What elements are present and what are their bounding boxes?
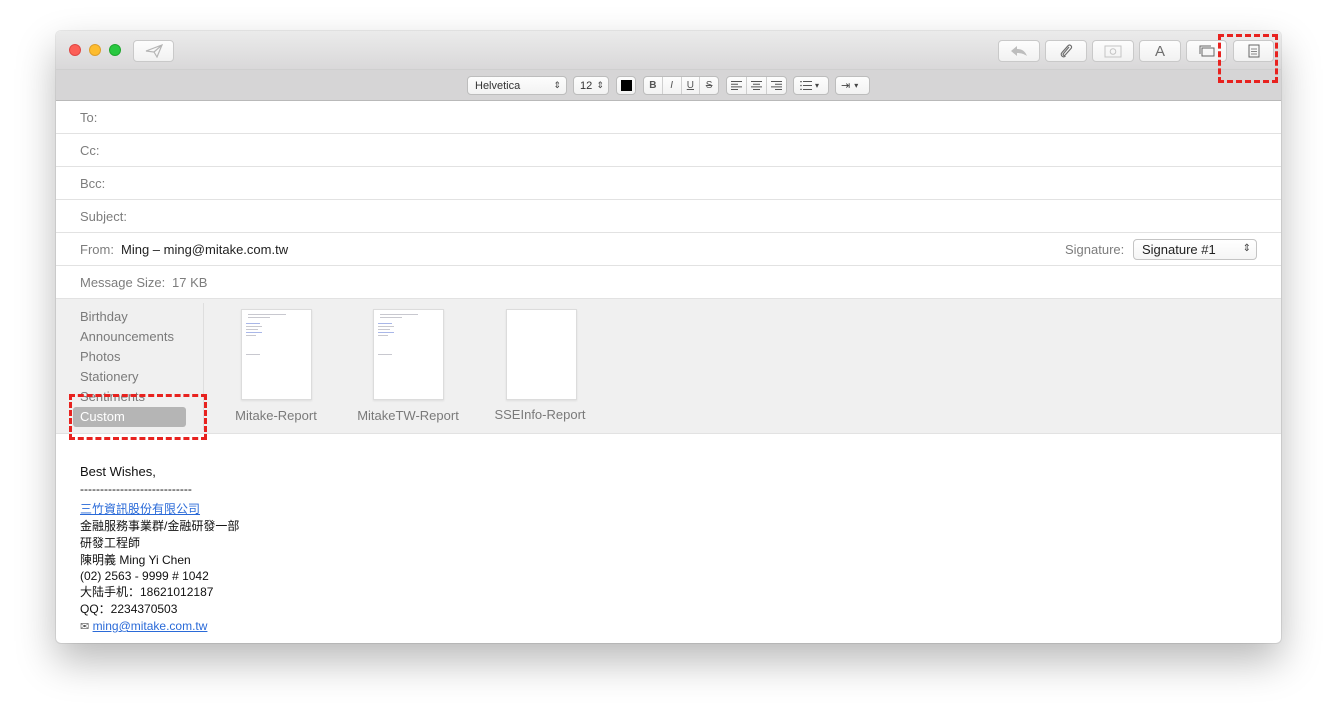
category-announcements[interactable]: Announcements (73, 327, 186, 347)
highlight-stationery-button (1218, 34, 1278, 83)
reply-icon (1011, 46, 1027, 56)
from-row: From: Ming – ming@mitake.com.tw Signatur… (56, 233, 1281, 266)
highlight-custom-category (69, 394, 207, 440)
updown-icon: ⇕ (1242, 243, 1251, 254)
template-thumbnail-mitaketw-report[interactable] (373, 309, 444, 400)
align-right-button[interactable] (767, 77, 786, 94)
job-title-text: 研發工程師 (80, 536, 141, 550)
message-size-row: Message Size: 17 KB (56, 266, 1281, 299)
person-name-text: 陳明義 Ming Yi Chen (80, 553, 191, 567)
list-menu-button[interactable]: ▾ (793, 76, 829, 95)
phone-text: (02) 2563 - 9999 # 1042 (80, 569, 209, 583)
category-stationery[interactable]: Stationery (73, 367, 186, 387)
minimize-button[interactable] (89, 44, 101, 56)
category-photos[interactable]: Photos (73, 347, 186, 367)
subject-field[interactable]: Subject: (56, 200, 1281, 233)
format-bar: Helvetica ⇕ 12 ⇕ B I U S ▾ ⇥ ▾ (56, 70, 1281, 101)
color-swatch (620, 80, 632, 91)
template-label[interactable]: MitakeTW-Report (338, 408, 478, 423)
align-center-icon (751, 81, 762, 90)
send-button[interactable] (133, 40, 174, 62)
separator-line: ---------------------------- (80, 482, 192, 496)
mobile-text: 大陆手机：18621012187 (80, 585, 214, 599)
template-thumbnail-mitake-report[interactable] (241, 309, 312, 400)
attach-button[interactable] (1045, 40, 1087, 62)
from-account-select[interactable]: Ming – ming@mitake.com.tw (121, 242, 288, 257)
zoom-button[interactable] (109, 44, 121, 56)
align-left-icon (731, 81, 742, 90)
indent-icon: ⇥ (841, 80, 851, 92)
align-left-button[interactable] (727, 77, 747, 94)
envelope-icon: ✉ (80, 621, 90, 633)
greeting-text: Best Wishes, (80, 464, 156, 479)
title-bar: A (56, 31, 1281, 70)
cc-field[interactable]: Cc: (56, 134, 1281, 167)
bcc-field[interactable]: Bcc: (56, 167, 1281, 200)
stationery-pane: Birthday Announcements Photos Stationery… (56, 299, 1281, 434)
font-size-select[interactable]: 12 ⇕ (573, 76, 609, 95)
updown-icon: ⇕ (596, 80, 604, 90)
qq-text: QQ：2234370503 (80, 602, 178, 616)
reply-button[interactable] (998, 40, 1040, 62)
template-label[interactable]: SSEInfo-Report (470, 407, 610, 422)
message-size-value: 17 KB (172, 275, 208, 290)
indent-menu-button[interactable]: ⇥ ▾ (835, 76, 870, 95)
format-button[interactable]: A (1139, 40, 1181, 62)
style-segment: B I U S (643, 76, 719, 95)
align-right-icon (771, 81, 782, 90)
photo-button[interactable] (1092, 40, 1134, 62)
to-field[interactable]: To: (56, 101, 1281, 134)
close-button[interactable] (69, 44, 81, 56)
format-text-icon: A (1154, 42, 1165, 60)
align-center-button[interactable] (747, 77, 767, 94)
text-color-button[interactable] (616, 76, 636, 95)
bold-button[interactable]: B (644, 77, 663, 94)
template-label[interactable]: Mitake-Report (206, 408, 346, 423)
company-link[interactable]: 三竹資訊股份有限公司 (80, 502, 200, 516)
message-body[interactable]: Best Wishes, ---------------------------… (80, 463, 239, 636)
photo-browser-icon (1104, 45, 1122, 58)
signature-label: Signature: (1065, 242, 1125, 257)
list-icon (800, 81, 812, 90)
signature-select[interactable]: Signature #1 ⇕ (1133, 239, 1257, 260)
chevron-down-icon: ▾ (854, 81, 859, 90)
paperclip-icon (1060, 44, 1073, 58)
underline-button[interactable]: U (682, 77, 701, 94)
font-family-select[interactable]: Helvetica ⇕ (467, 76, 567, 95)
paper-plane-icon (145, 44, 163, 58)
strikethrough-button[interactable]: S (700, 77, 718, 94)
italic-button[interactable]: I (663, 77, 682, 94)
compose-window: A Helvetica ⇕ 12 ⇕ B I U S ▾ ⇥ ▾ To: Cc:… (56, 31, 1281, 643)
category-birthday[interactable]: Birthday (73, 307, 186, 327)
template-thumbnail-sseinfo-report[interactable] (506, 309, 577, 400)
show-photo-browser-icon (1199, 45, 1214, 57)
alignment-segment (726, 76, 787, 95)
email-link[interactable]: ming@mitake.com.tw (93, 619, 208, 633)
department-text: 金融服務事業群/金融研發一部 (80, 519, 240, 533)
chevron-down-icon: ▾ (815, 81, 820, 90)
updown-icon: ⇕ (553, 80, 561, 90)
